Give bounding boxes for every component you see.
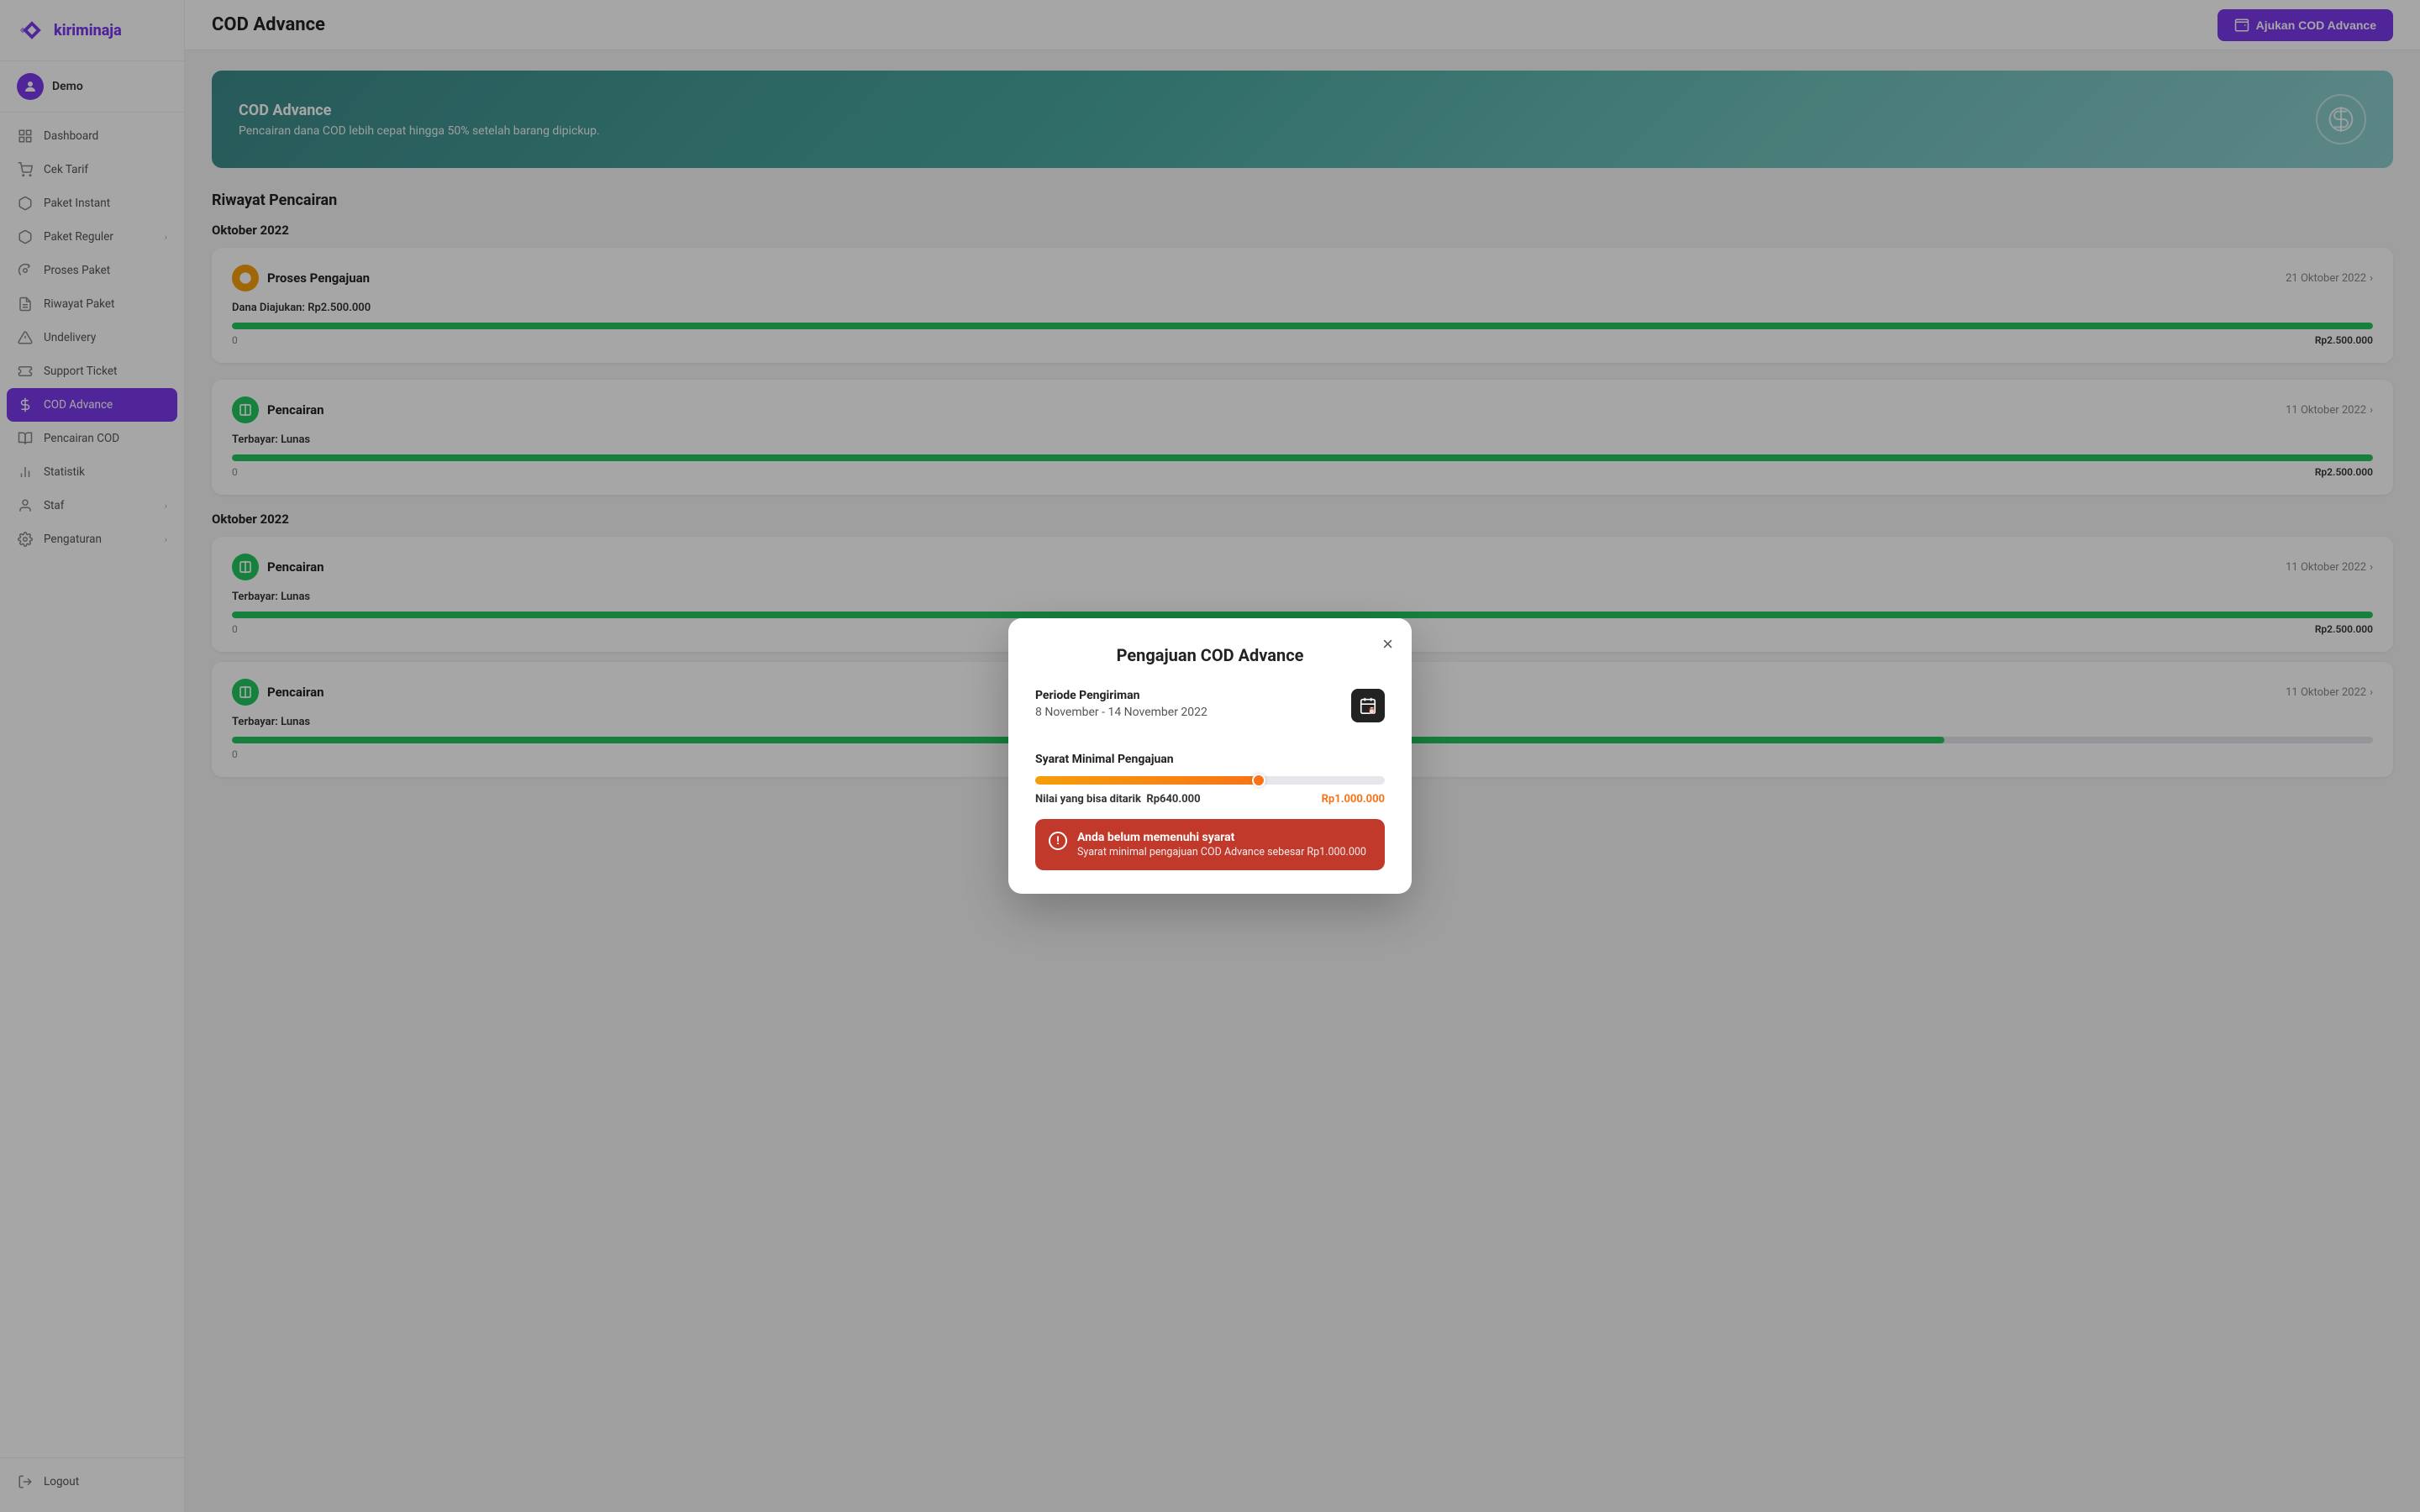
alert-text: Anda belum memenuhi syarat Syarat minima… [1077, 831, 1366, 858]
modal-progress-fill [1035, 776, 1259, 785]
modal-progress-thumb [1252, 774, 1265, 787]
alert-subtitle: Syarat minimal pengajuan COD Advance seb… [1077, 846, 1366, 858]
alert-error: ! Anda belum memenuhi syarat Syarat mini… [1035, 819, 1385, 870]
syarat-label: Syarat Minimal Pengajuan [1035, 753, 1385, 766]
modal-title: Pengajuan COD Advance [1035, 645, 1385, 665]
progress-current-label: Nilai yang bisa ditarik [1035, 793, 1141, 806]
period-value: 8 November - 14 November 2022 [1035, 706, 1207, 719]
modal-progress-bar [1035, 776, 1385, 785]
period-label: Periode Pengiriman [1035, 689, 1207, 702]
modal-period-info: Periode Pengiriman 8 November - 14 Novem… [1035, 689, 1207, 736]
alert-error-icon: ! [1049, 832, 1067, 850]
modal-progress-labels: Nilai yang bisa ditarik Rp640.000 Rp1.00… [1035, 793, 1385, 806]
progress-current: Nilai yang bisa ditarik Rp640.000 [1035, 793, 1201, 806]
alert-title: Anda belum memenuhi syarat [1077, 831, 1366, 844]
svg-text:⏰: ⏰ [1369, 706, 1376, 714]
modal-pengajuan: Pengajuan COD Advance × Periode Pengirim… [1008, 618, 1412, 894]
modal-close-button[interactable]: × [1382, 635, 1393, 654]
modal-overlay[interactable]: Pengajuan COD Advance × Periode Pengirim… [0, 0, 2420, 1512]
modal-period-row: Periode Pengiriman 8 November - 14 Novem… [1035, 689, 1385, 736]
progress-target: Rp1.000.000 [1322, 793, 1385, 806]
progress-current-value: Rp640.000 [1146, 793, 1200, 806]
calendar-icon: ⏰ [1351, 689, 1385, 722]
